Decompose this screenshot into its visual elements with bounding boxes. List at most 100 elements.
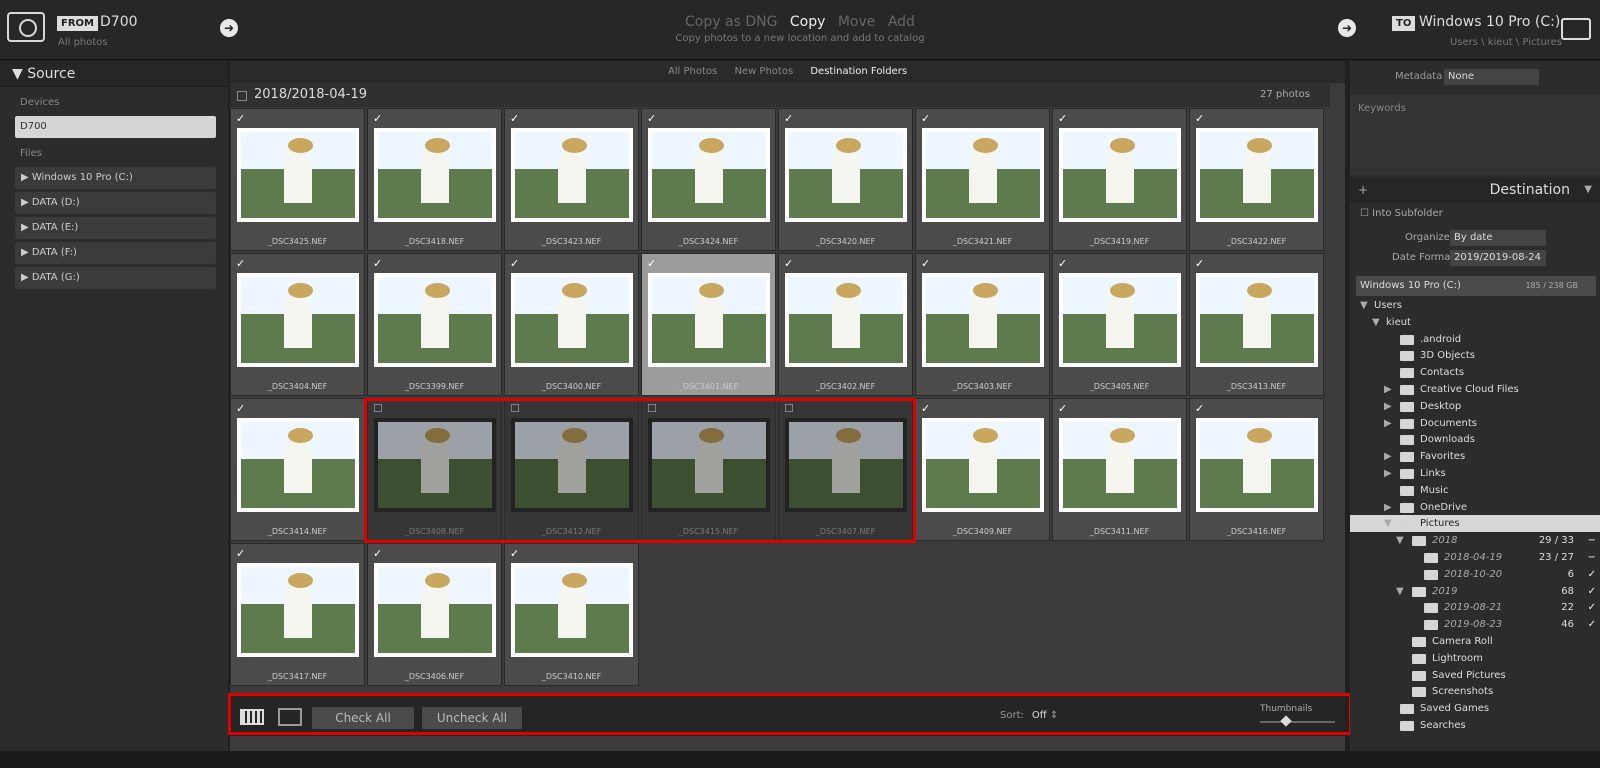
tree-item[interactable]: Music — [1350, 482, 1600, 499]
photo-checkbox[interactable]: ✓ — [373, 112, 382, 125]
mode-copy-as-dng[interactable]: Copy as DNG — [685, 14, 777, 30]
photo-cell[interactable]: ✓ _DSC3420.NEF — [778, 108, 913, 251]
disclosure-triangle-icon[interactable]: ▶ — [1384, 381, 1392, 398]
disclosure-triangle-icon[interactable]: ▶ — [1384, 398, 1392, 415]
photo-thumbnail[interactable] — [374, 128, 496, 222]
left-arrow-icon[interactable]: ➜ — [220, 19, 238, 37]
photo-cell[interactable]: ✓ _DSC3410.NEF — [504, 543, 639, 686]
photo-checkbox[interactable]: ✓ — [1058, 402, 1067, 415]
photo-checkbox[interactable]: ✓ — [236, 257, 245, 270]
tree-item-checkmark[interactable]: ✓ — [1588, 583, 1596, 600]
disclosure-triangle-icon[interactable]: ▶ — [1384, 448, 1392, 465]
metadata-select[interactable]: None — [1444, 69, 1539, 85]
photo-checkbox[interactable]: ✓ — [1058, 257, 1067, 270]
photo-thumbnail[interactable] — [1196, 273, 1318, 367]
disclosure-triangle-icon[interactable]: ▼ — [1360, 297, 1368, 314]
photo-thumbnail[interactable] — [511, 563, 633, 657]
disclosure-triangle-icon[interactable]: ▶ — [1384, 415, 1392, 432]
photo-thumbnail[interactable] — [237, 418, 359, 512]
drive-item[interactable]: ▶ DATA (D:) — [15, 192, 216, 214]
tree-item[interactable]: Camera Roll — [1350, 633, 1600, 650]
tree-item[interactable]: ▶ Desktop — [1350, 398, 1600, 415]
into-subfolder-label[interactable]: ☐ Into Subfolder — [1360, 208, 1443, 219]
photo-cell[interactable]: ✓ _DSC3409.NEF — [915, 398, 1050, 541]
mode-add[interactable]: Add — [888, 14, 915, 30]
photo-checkbox[interactable]: ✓ — [373, 257, 382, 270]
photo-cell[interactable]: ✓ _DSC3414.NEF — [230, 398, 365, 541]
photo-thumbnail[interactable] — [648, 128, 770, 222]
photo-checkbox[interactable]: ✓ — [647, 112, 656, 125]
tree-item[interactable]: ▼ kieut — [1350, 314, 1600, 331]
drive-item[interactable]: ▶ DATA (F:) — [15, 242, 216, 264]
photo-cell[interactable]: ✓ _DSC3422.NEF — [1189, 108, 1324, 251]
photo-checkbox[interactable]: ✓ — [1058, 112, 1067, 125]
tree-item-checkmark[interactable]: ✓ — [1588, 599, 1596, 616]
mode-copy[interactable]: Copy — [790, 14, 826, 30]
tree-item-checkmark[interactable]: ✓ — [1588, 616, 1596, 633]
import-mode-selector[interactable]: Copy as DNG Copy Move Add — [680, 14, 920, 30]
photo-thumbnail[interactable] — [1196, 418, 1318, 512]
tree-item[interactable]: ▼ Pictures — [1350, 515, 1600, 533]
tree-item[interactable]: ▶ Documents — [1350, 415, 1600, 432]
tree-item[interactable]: Lightroom — [1350, 650, 1600, 667]
tree-item[interactable]: Screenshots — [1350, 683, 1600, 700]
photo-thumbnail[interactable] — [648, 273, 770, 367]
photo-cell[interactable]: ✓ _DSC3400.NEF — [504, 253, 639, 396]
tree-item[interactable]: ▼ Users — [1350, 297, 1600, 314]
source-panel-header[interactable]: ▼ Source — [0, 61, 228, 87]
tree-item-checkmark[interactable]: ✓ — [1588, 566, 1596, 583]
photo-checkbox[interactable]: ✓ — [1195, 257, 1204, 270]
tree-item[interactable]: Contacts — [1350, 364, 1600, 381]
photo-cell[interactable]: ✓ _DSC3424.NEF — [641, 108, 776, 251]
tree-item[interactable]: 2018-04-19 23 / 27 − — [1350, 549, 1600, 566]
tree-item[interactable]: ▶ OneDrive — [1350, 499, 1600, 516]
photo-checkbox[interactable]: ✓ — [1195, 112, 1204, 125]
destination-header[interactable]: + Destination ▼ — [1350, 177, 1600, 203]
photo-checkbox[interactable]: ✓ — [373, 547, 382, 560]
photo-thumbnail[interactable] — [511, 273, 633, 367]
photo-cell[interactable]: ✓ _DSC3417.NEF — [230, 543, 365, 686]
photo-thumbnail[interactable] — [1059, 128, 1181, 222]
keywords-box[interactable]: Keywords — [1350, 95, 1600, 175]
photo-cell[interactable]: ✓ _DSC3399.NEF — [367, 253, 502, 396]
tree-item[interactable]: 2019-08-21 22 ✓ — [1350, 599, 1600, 616]
photo-cell[interactable]: ✓ _DSC3405.NEF — [1052, 253, 1187, 396]
disclosure-triangle-icon[interactable]: ▼ — [1372, 314, 1380, 331]
add-icon[interactable]: + — [1358, 177, 1368, 203]
photo-cell[interactable]: ✓ _DSC3404.NEF — [230, 253, 365, 396]
tree-item[interactable]: ▶ Favorites — [1350, 448, 1600, 465]
organize-select[interactable]: By date — [1450, 230, 1546, 246]
destination-drive-name[interactable]: Windows 10 Pro (C:) — [1419, 14, 1560, 30]
tree-item[interactable]: Searches — [1350, 717, 1600, 734]
tree-item[interactable]: 2019-08-23 46 ✓ — [1350, 616, 1600, 633]
disclosure-triangle-icon[interactable]: ▼ — [1396, 583, 1404, 600]
tab-new-photos[interactable]: New Photos — [734, 66, 793, 77]
tree-item-checkmark[interactable]: − — [1588, 549, 1596, 566]
photo-cell[interactable]: ✓ _DSC3425.NEF — [230, 108, 365, 251]
photo-thumbnail[interactable] — [922, 128, 1044, 222]
photo-cell[interactable]: ✓ _DSC3406.NEF — [367, 543, 502, 686]
disclosure-triangle-icon[interactable]: ▶ — [1384, 499, 1392, 516]
photo-checkbox[interactable]: ✓ — [510, 547, 519, 560]
photo-cell[interactable]: ✓ _DSC3413.NEF — [1189, 253, 1324, 396]
photo-checkbox[interactable]: ✓ — [921, 402, 930, 415]
tree-item[interactable]: ▶ Creative Cloud Files — [1350, 381, 1600, 398]
photo-checkbox[interactable]: ✓ — [510, 112, 519, 125]
photo-checkbox[interactable]: ✓ — [510, 257, 519, 270]
photo-cell[interactable]: ✓ _DSC3403.NEF — [915, 253, 1050, 396]
mode-move[interactable]: Move — [838, 14, 876, 30]
photo-checkbox[interactable]: ✓ — [236, 112, 245, 125]
photo-cell[interactable]: ✓ _DSC3418.NEF — [367, 108, 502, 251]
photo-thumbnail[interactable] — [785, 128, 907, 222]
photo-cell[interactable]: ✓ _DSC3419.NEF — [1052, 108, 1187, 251]
photo-cell[interactable]: ✓ _DSC3411.NEF — [1052, 398, 1187, 541]
tree-item[interactable]: ▶ Links — [1350, 465, 1600, 482]
destination-drive[interactable]: Windows 10 Pro (C:) 185 / 238 GB — [1356, 276, 1596, 296]
photo-thumbnail[interactable] — [922, 273, 1044, 367]
photo-cell[interactable]: ✓ _DSC3401.NEF — [641, 253, 776, 396]
photo-checkbox[interactable]: ✓ — [647, 257, 656, 270]
photo-thumbnail[interactable] — [785, 273, 907, 367]
tab-destination-folders[interactable]: Destination Folders — [810, 66, 907, 77]
disclosure-triangle-icon[interactable]: ▼ — [1396, 532, 1404, 549]
photo-cell[interactable]: ✓ _DSC3416.NEF — [1189, 398, 1324, 541]
